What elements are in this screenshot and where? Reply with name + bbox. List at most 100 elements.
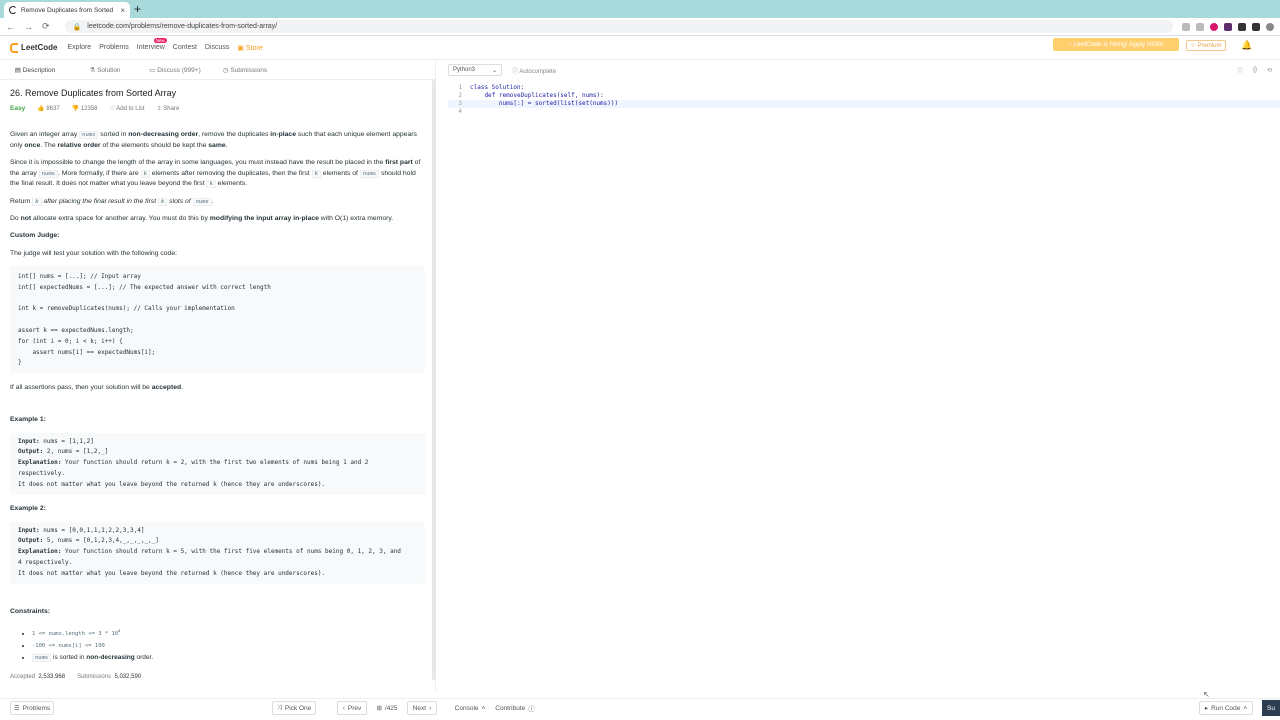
editor-panel: Python3 ⌄ ⓘ Autocomplete ⓘ {} ⟲ 1 class So… [440, 60, 1280, 692]
thumbs-down-icon: 👎 [71, 106, 81, 112]
extension-icon[interactable] [1224, 22, 1232, 31]
braces-icon[interactable]: {} [1253, 67, 1257, 73]
footer-bar [0, 698, 1280, 720]
autocomplete-toggle[interactable]: ⓘ Autocomplete [512, 66, 556, 75]
puzzle-icon[interactable] [1238, 22, 1246, 31]
prev-button[interactable]: ‹ Prev [337, 701, 367, 715]
hiring-banner[interactable]: ◔ LeetCode is hiring! Apply NOW. [1053, 38, 1179, 51]
bell-icon[interactable]: 🔔 [1241, 40, 1252, 51]
stat-value: 2,533,968 [38, 673, 66, 680]
reload-icon[interactable]: ⟳ [42, 21, 50, 32]
new-tab-icon[interactable]: + [134, 2, 141, 16]
nav-discuss[interactable]: Discuss [205, 44, 230, 51]
close-tab-icon[interactable]: × [120, 6, 125, 15]
problems-button[interactable]: ☰ Problems [10, 701, 54, 715]
nav-problems[interactable]: Problems [99, 44, 129, 51]
like-button[interactable]: 👍 8637 [37, 105, 60, 112]
star-icon[interactable] [1196, 22, 1204, 31]
tab-label: Discuss (999+) [157, 66, 201, 74]
share-button[interactable]: ⇪ Share [157, 105, 180, 112]
inline-code: nums [359, 169, 380, 178]
premium-button[interactable]: ☆ Premium [1186, 40, 1226, 51]
code-text: def removeDuplicates(self, nums): [470, 92, 604, 99]
output-label: Output: [18, 537, 44, 545]
likes-count: 8637 [46, 106, 60, 112]
sidebar-icon[interactable] [1252, 22, 1260, 31]
constraint-exponent: 4 [118, 627, 121, 633]
nav-explore[interactable]: Explore [67, 44, 91, 51]
pick-one-label: Pick One [284, 704, 312, 712]
info-icon[interactable]: ⓘ [1237, 66, 1243, 75]
contribute-label: Contribute [495, 704, 526, 712]
contribute-button[interactable]: Contribute ⓘ [493, 701, 537, 715]
text: allocate extra space for another array. … [31, 215, 210, 222]
submissions-stat: Submissions 5,032,590 [77, 674, 141, 680]
add-to-list-label: Add to List [116, 106, 145, 112]
leetcode-logo[interactable]: LeetCode [10, 42, 57, 53]
line-number: 4 [458, 108, 462, 115]
add-to-list-button[interactable]: ♡ Add to List [110, 105, 145, 112]
code-line: 3 nums[:] = sorted(list(set(nums))) [448, 100, 1280, 108]
dislike-button[interactable]: 👎 12358 [72, 105, 98, 112]
leetcode-nav: LeetCode Explore Problems Interview New C… [0, 36, 1280, 60]
tab-description[interactable]: ▤ Description [0, 66, 70, 74]
line-number: 1 [458, 84, 462, 91]
accepted-line: If all assertions pass, then your soluti… [10, 383, 425, 394]
avatar[interactable] [1266, 22, 1274, 31]
next-label: Next [412, 704, 427, 712]
url-input[interactable]: 🔒 leetcode.com/problems/remove-duplicate… [64, 20, 1173, 33]
share-label: Share [163, 106, 180, 112]
leetcode-logo-icon [10, 42, 18, 53]
code-editor[interactable]: 1 class Solution: 2 def removeDuplicates(… [448, 84, 1280, 116]
paragraph-4: Do not allocate extra space for another … [10, 214, 425, 225]
text: . [181, 384, 184, 392]
new-badge: New [153, 38, 167, 43]
share-icon[interactable] [1182, 22, 1190, 31]
explanation-label: Explanation: [18, 548, 62, 556]
run-code-button[interactable]: ▸ Run Code ˄ [1199, 701, 1253, 715]
extension-icon[interactable] [1210, 22, 1218, 31]
text: of the elements should be kept the [100, 141, 209, 149]
browser-tab-bar: Remove Duplicates from Sorted × + [0, 0, 1280, 18]
text: is sorted in [51, 653, 87, 661]
nav-store-label: Store [245, 44, 263, 52]
forward-icon[interactable]: → [24, 22, 33, 32]
problem-index[interactable]: ⊞/425 [372, 701, 402, 715]
nav-interview[interactable]: Interview New [137, 38, 167, 51]
console-button[interactable]: Console ˄ [450, 701, 490, 715]
inline-code: k [32, 197, 42, 206]
inline-code: nums [32, 653, 52, 662]
text: elements. [215, 180, 248, 187]
url-text: leetcode.com/problems/remove-duplicates-… [87, 23, 278, 30]
tab-discuss[interactable]: ▭ Discuss (999+) [140, 66, 210, 74]
example-2-block: Input: nums = [0,0,1,1,1,2,2,3,3,4] Outp… [10, 521, 425, 584]
language-select[interactable]: Python3 ⌄ [448, 64, 502, 76]
address-bar-row: ← → ⟳ 🔒 leetcode.com/problems/remove-dup… [0, 18, 1280, 36]
back-icon[interactable]: ← [6, 22, 15, 32]
text: . The [40, 141, 58, 149]
tab-label: Submissions [230, 66, 268, 74]
description-scrollbar[interactable] [432, 80, 436, 680]
nav-contest[interactable]: Contest [173, 44, 197, 51]
bold-text: non-decreasing [86, 653, 135, 661]
thumbs-up-icon: 👍 [37, 106, 47, 112]
bold-text: accepted [151, 384, 182, 392]
text: Since it is impossible to change the len… [10, 159, 386, 166]
browser-tab[interactable]: Remove Duplicates from Sorted × [4, 2, 130, 18]
text: with O(1) extra memory. [318, 215, 394, 222]
next-button[interactable]: Next › [407, 701, 437, 715]
nav-store[interactable]: ▣ Store [237, 44, 262, 52]
explanation-value: Your function should return k = 5, with … [18, 548, 401, 577]
stat-label: Submissions [77, 673, 112, 680]
tab-solution[interactable]: ⚗ Solution [70, 66, 140, 74]
paragraph-1: Given an integer array nums sorted in no… [10, 130, 425, 151]
submit-button[interactable]: Su [1262, 700, 1280, 716]
text: . [211, 197, 214, 205]
output-value: 5, nums = [0,1,2,3,4,_,_,_,_,_] [43, 537, 159, 545]
autocomplete-label: Autocomplete [519, 68, 557, 75]
premium-label: Premium [1197, 42, 1222, 49]
reset-icon[interactable]: ⟲ [1267, 67, 1272, 74]
pick-one-button[interactable]: ⤨ Pick One [272, 701, 316, 715]
tab-submissions[interactable]: ◷ Submissions [210, 66, 280, 74]
inline-code: nums [192, 197, 212, 206]
